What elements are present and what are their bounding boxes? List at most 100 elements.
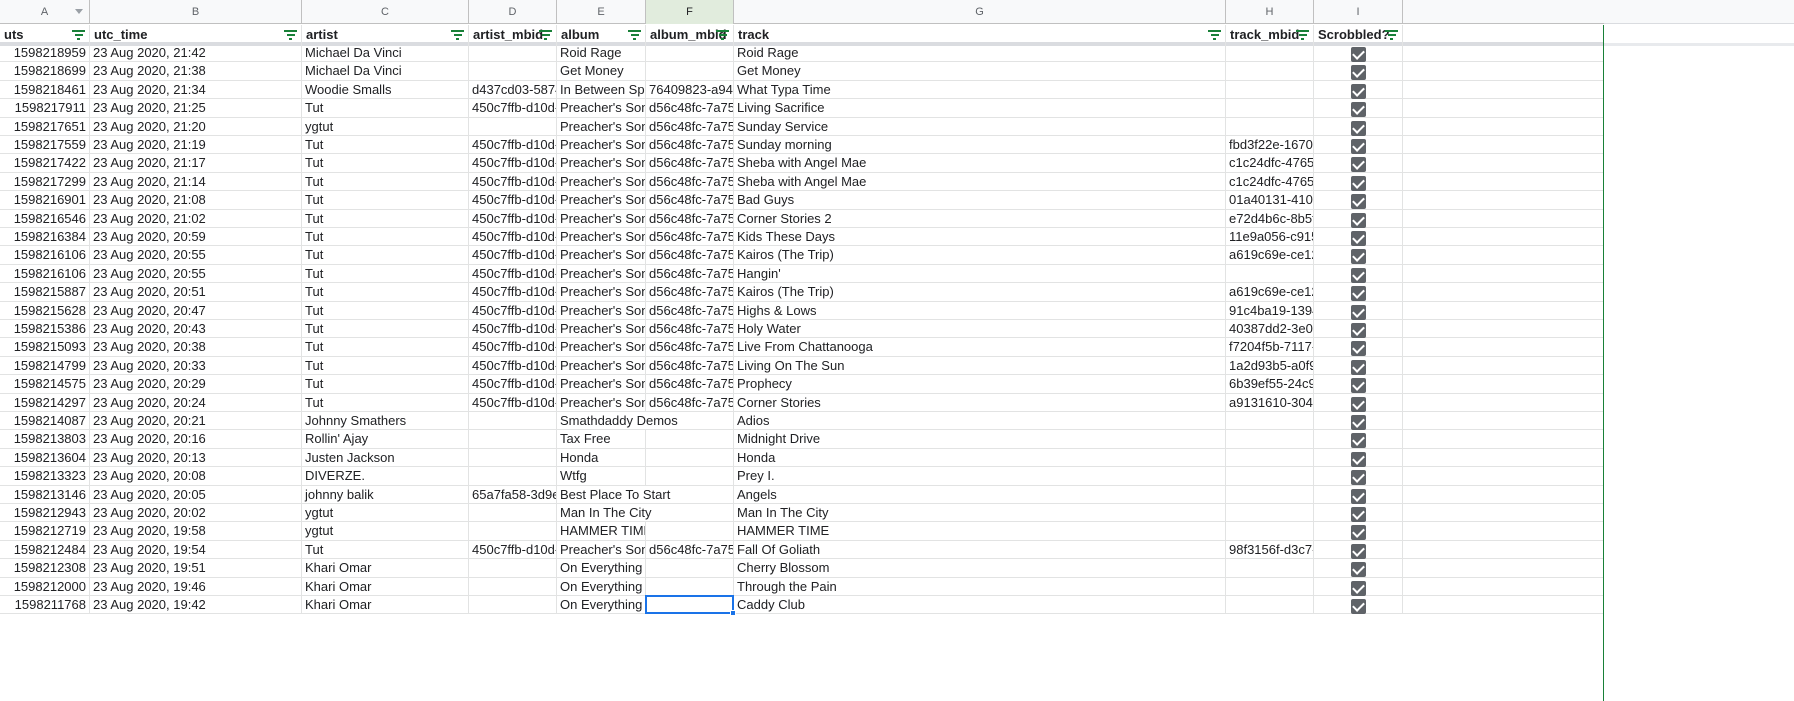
cell-album[interactable]: Preacher's Son <box>557 320 646 339</box>
cell-uts[interactable]: 1598217422 <box>0 154 90 173</box>
cell-album-mbid[interactable]: d56c48fc-7a75-4 <box>646 320 734 339</box>
header-cell-artist[interactable]: artist <box>302 25 469 46</box>
column-letter-e[interactable]: E <box>557 0 646 24</box>
cell-track[interactable]: Sunday morning <box>734 136 1226 155</box>
checkbox-checked-icon[interactable] <box>1350 433 1366 449</box>
cell-artist-mbid[interactable] <box>469 44 557 63</box>
cell-utc-time[interactable]: 23 Aug 2020, 21:14 <box>90 172 302 192</box>
checkbox-checked-icon[interactable] <box>1350 120 1366 136</box>
filter-icon[interactable] <box>1296 30 1309 40</box>
cell-uts[interactable]: 1598214087 <box>0 412 90 431</box>
cell-track[interactable]: Bad Guys <box>734 191 1226 210</box>
checkbox-checked-icon[interactable] <box>1350 65 1366 81</box>
cell-uts[interactable]: 1598213803 <box>0 430 90 449</box>
cell-track-mbid[interactable] <box>1226 448 1314 468</box>
cell-album-mbid[interactable]: d56c48fc-7a75-4 <box>646 172 734 192</box>
cell-album-mbid[interactable]: d56c48fc-7a75-4 <box>646 117 734 136</box>
cell-album-mbid[interactable]: d56c48fc-7a75-4 <box>646 154 734 173</box>
cell-track[interactable]: Corner Stories 2 <box>734 209 1226 228</box>
cell-artist-mbid[interactable] <box>469 117 557 136</box>
cell-scrobbled[interactable] <box>1314 559 1403 578</box>
cell-album[interactable]: On Everything <box>557 559 646 578</box>
cell-track[interactable]: Living On The Sun <box>734 356 1226 376</box>
column-letter-d[interactable]: D <box>469 0 557 24</box>
cell-album[interactable]: Preacher's Son <box>557 356 646 376</box>
cell-album-mbid[interactable] <box>646 522 734 541</box>
cell-utc-time[interactable]: 23 Aug 2020, 19:58 <box>90 522 302 541</box>
filter-icon[interactable] <box>451 30 464 40</box>
cell-album[interactable]: Preacher's Son <box>557 393 646 412</box>
header-cell-track-mbid[interactable]: track_mbid <box>1226 25 1314 46</box>
cell-utc-time[interactable]: 23 Aug 2020, 21:34 <box>90 80 302 100</box>
cell-artist-mbid[interactable]: 450c7ffb-d10d-4 <box>469 264 557 284</box>
cell-artist-mbid[interactable]: 450c7ffb-d10d-4 <box>469 283 557 302</box>
cell-artist[interactable]: Tut <box>302 191 469 210</box>
cell-utc-time[interactable]: 23 Aug 2020, 20:13 <box>90 448 302 468</box>
cell-track-mbid[interactable] <box>1226 577 1314 596</box>
cell-scrobbled[interactable] <box>1314 338 1403 357</box>
cell-track-mbid[interactable]: c1c24dfc-4765-4 <box>1226 172 1314 192</box>
cell-uts[interactable]: 1598212943 <box>0 504 90 523</box>
checkbox-checked-icon[interactable] <box>1350 286 1366 302</box>
cell-artist[interactable]: Michael Da Vinci <box>302 44 469 63</box>
cell-album[interactable]: Preacher's Son <box>557 172 646 192</box>
cell-uts[interactable]: 1598217651 <box>0 117 90 136</box>
cell-scrobbled[interactable] <box>1314 430 1403 449</box>
cell-uts[interactable]: 1598212484 <box>0 540 90 560</box>
cell-artist-mbid[interactable]: 450c7ffb-d10d-4 <box>469 246 557 265</box>
cell-artist-mbid[interactable]: 450c7ffb-d10d-4 <box>469 228 557 247</box>
cell-album-mbid[interactable] <box>646 596 734 615</box>
cell-uts[interactable]: 1598212308 <box>0 559 90 578</box>
cell-track-mbid[interactable] <box>1226 62 1314 81</box>
cell-track-mbid[interactable]: 6b39ef55-24c9-4 <box>1226 375 1314 394</box>
cell-scrobbled[interactable] <box>1314 228 1403 247</box>
cell-album[interactable]: Preacher's Son <box>557 191 646 210</box>
cell-utc-time[interactable]: 23 Aug 2020, 20:47 <box>90 301 302 320</box>
cell-album-mbid[interactable]: d56c48fc-7a75-4 <box>646 228 734 247</box>
cell-track[interactable]: Kairos (The Trip) <box>734 246 1226 265</box>
cell-artist-mbid[interactable]: 450c7ffb-d10d-4 <box>469 356 557 376</box>
cell-artist[interactable]: johnny balik <box>302 485 469 504</box>
cell-uts[interactable]: 1598214297 <box>0 393 90 412</box>
cell-uts[interactable]: 1598213604 <box>0 448 90 468</box>
cell-track[interactable]: Sunday Service <box>734 117 1226 136</box>
cell-utc-time[interactable]: 23 Aug 2020, 20:05 <box>90 485 302 504</box>
cell-album[interactable]: Get Money <box>557 62 646 81</box>
cell-scrobbled[interactable] <box>1314 320 1403 339</box>
cell-album-mbid[interactable] <box>646 577 734 596</box>
cell-artist-mbid[interactable] <box>469 596 557 615</box>
cell-artist-mbid[interactable]: 450c7ffb-d10d-4 <box>469 99 557 118</box>
cell-track-mbid[interactable]: a9131610-304c- <box>1226 393 1314 412</box>
cell-utc-time[interactable]: 23 Aug 2020, 19:54 <box>90 540 302 560</box>
checkbox-checked-icon[interactable] <box>1350 562 1366 578</box>
cell-artist[interactable]: Khari Omar <box>302 559 469 578</box>
cell-album[interactable]: Man In The City <box>557 504 652 522</box>
cell-uts[interactable]: 1598217559 <box>0 136 90 155</box>
cell-artist-mbid[interactable] <box>469 62 557 81</box>
cell-artist-mbid[interactable] <box>469 430 557 449</box>
cell-utc-time[interactable]: 23 Aug 2020, 20:16 <box>90 430 302 449</box>
column-letter-f[interactable]: F <box>646 0 734 24</box>
cell-album-mbid[interactable]: d56c48fc-7a75-4 <box>646 264 734 284</box>
cell-artist-mbid[interactable]: 450c7ffb-d10d-4 <box>469 136 557 155</box>
cell-scrobbled[interactable] <box>1314 191 1403 210</box>
cell-uts[interactable]: 1598218959 <box>0 44 90 63</box>
cell-utc-time[interactable]: 23 Aug 2020, 20:51 <box>90 283 302 302</box>
cell-artist-mbid[interactable]: 450c7ffb-d10d-4 <box>469 209 557 228</box>
cell-album-mbid[interactable]: d56c48fc-7a75-4 <box>646 209 734 228</box>
cell-track-mbid[interactable]: a619c69e-ce12- <box>1226 283 1314 302</box>
cell-artist-mbid[interactable] <box>469 467 557 486</box>
cell-track-mbid[interactable]: c1c24dfc-4765-4 <box>1226 154 1314 173</box>
cell-artist[interactable]: Khari Omar <box>302 577 469 596</box>
cell-utc-time[interactable]: 23 Aug 2020, 20:59 <box>90 228 302 247</box>
checkbox-checked-icon[interactable] <box>1350 451 1366 467</box>
chevron-down-icon[interactable] <box>75 9 83 14</box>
cell-scrobbled[interactable] <box>1314 301 1403 320</box>
cell-scrobbled[interactable] <box>1314 540 1403 560</box>
cell-track[interactable]: Caddy Club <box>734 596 1226 615</box>
cell-utc-time[interactable]: 23 Aug 2020, 21:42 <box>90 44 302 63</box>
cell-track[interactable]: Angels <box>734 485 1226 504</box>
cell-track[interactable]: Roid Rage <box>734 44 1226 63</box>
cell-scrobbled[interactable] <box>1314 172 1403 192</box>
checkbox-checked-icon[interactable] <box>1350 543 1366 559</box>
